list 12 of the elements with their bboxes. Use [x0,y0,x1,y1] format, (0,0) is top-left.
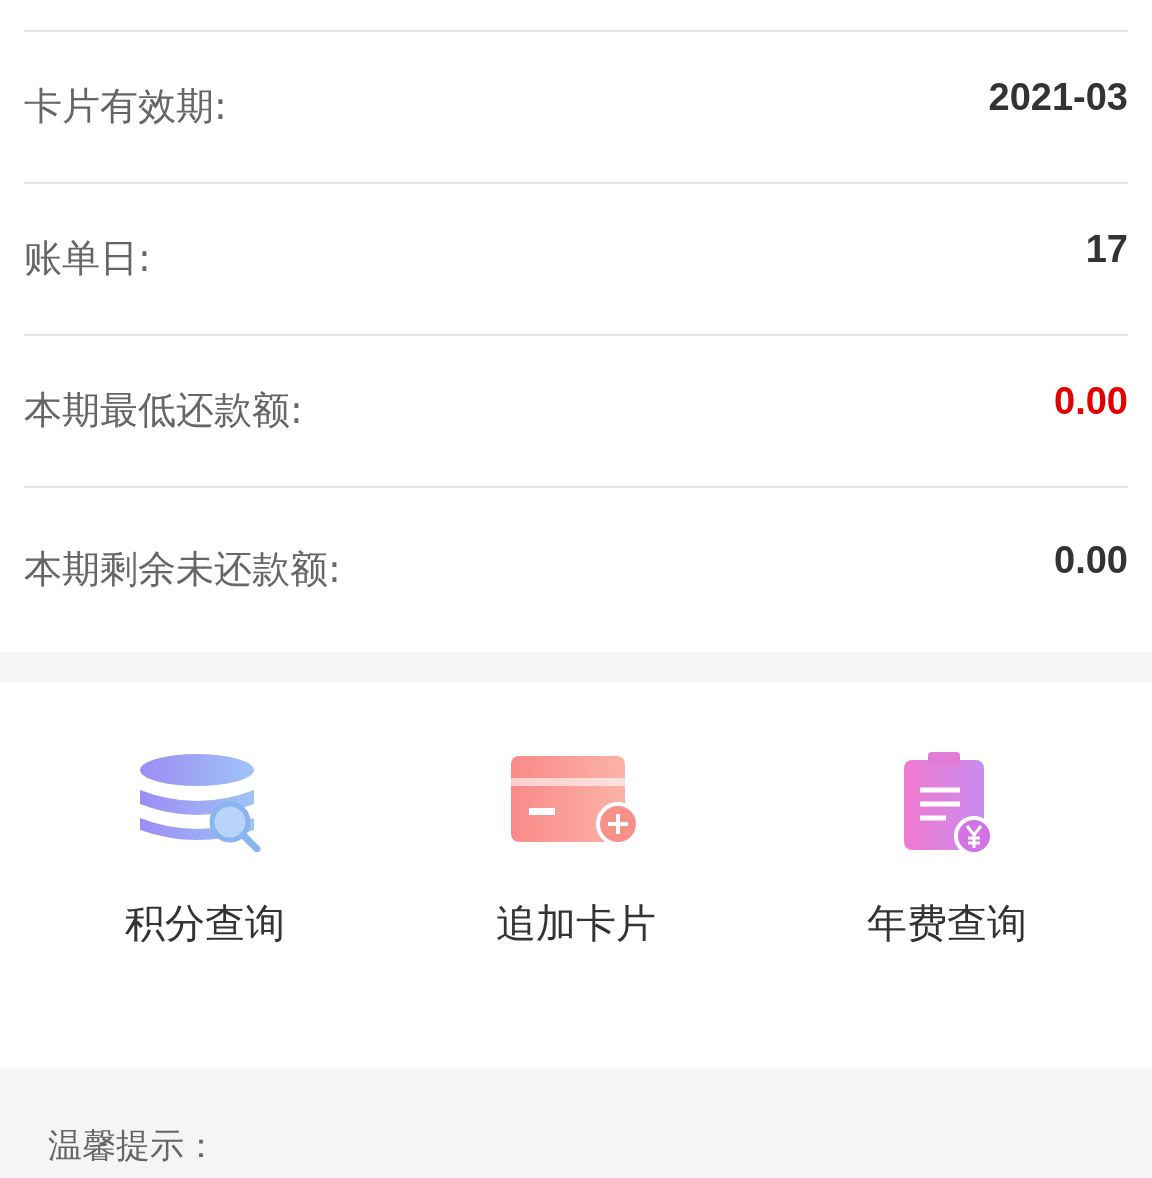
field-label: 卡片有效期: [24,82,227,130]
shortcut-button[interactable]: 年费查询 [796,752,1097,951]
field-label: 本期最低还款额: [24,386,303,434]
shortcut-button[interactable]: 积分查询 [55,752,356,951]
field-label: 账单日: [24,234,151,282]
shortcut-button[interactable]: 追加卡片 [426,752,726,951]
field-value: 0.00 [1054,538,1128,582]
tips-title: 温馨提示： [48,1125,218,1165]
field-value: 17 [1085,227,1128,271]
field-value: 2021-03 [988,75,1128,119]
field-label: 本期剩余未还款额: [24,545,341,593]
field-value: 0.00 [1054,379,1128,423]
